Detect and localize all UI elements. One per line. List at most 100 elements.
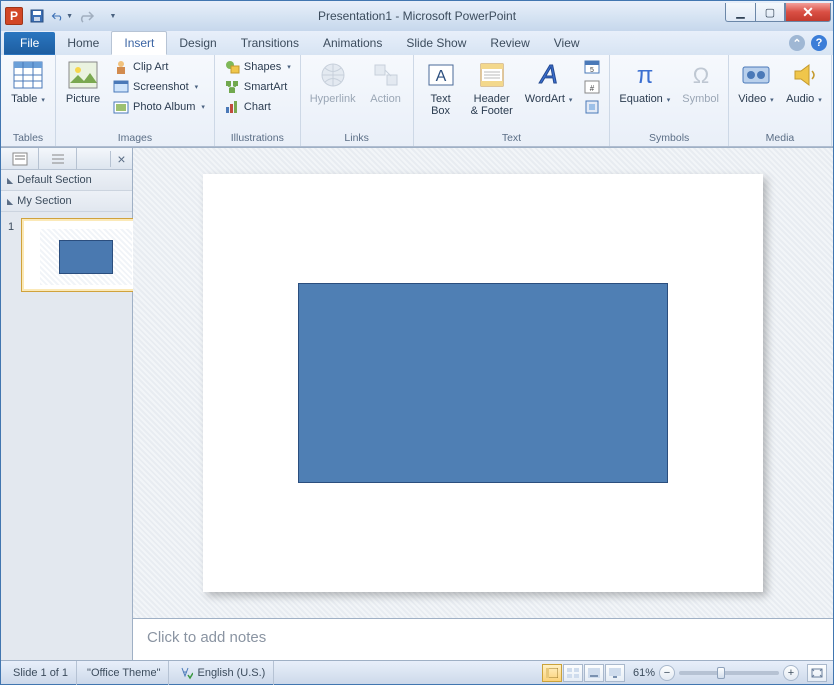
maximize-button[interactable]: ▢ [755,3,785,22]
tab-design[interactable]: Design [167,32,228,55]
action-button[interactable]: Action [364,57,408,107]
slidenumber-icon: # [584,79,600,95]
zoom-out-button[interactable]: − [659,665,675,681]
hyperlink-icon [317,59,349,91]
qat-save-icon[interactable] [26,5,48,27]
group-media-label: Media [734,130,826,146]
group-illustrations-label: Illustrations [220,130,295,146]
spellcheck-icon [179,666,193,680]
status-bar: Slide 1 of 1 "Office Theme" English (U.S… [1,660,833,684]
status-slide-info: Slide 1 of 1 [5,661,77,685]
svg-text:5: 5 [590,67,594,74]
status-language[interactable]: English (U.S.) [171,661,274,685]
symbol-button[interactable]: Ω Symbol [678,57,723,107]
svg-text:A: A [435,68,446,85]
svg-text:A: A [538,61,557,89]
action-icon [370,59,402,91]
qat-undo-icon[interactable]: ▼ [51,5,73,27]
audio-button[interactable]: Audio ▾ [782,57,826,109]
equation-icon: π [629,59,661,91]
view-sorter-button[interactable] [563,664,583,682]
view-normal-button[interactable] [542,664,562,682]
group-symbols-label: Symbols [615,130,723,146]
chart-icon [224,99,240,115]
symbol-icon: Ω [685,59,717,91]
header-footer-button[interactable]: Header & Footer [467,57,517,119]
tab-home[interactable]: Home [55,32,111,55]
slide-thumbnail-1[interactable]: 1 [21,218,139,292]
window-title: Presentation1 - Microsoft PowerPoint [1,9,833,23]
svg-text:Ω: Ω [692,63,708,88]
notes-pane[interactable]: Click to add notes [133,618,833,660]
table-button[interactable]: Table ▾ [6,57,50,109]
zoom-level[interactable]: 61% [633,667,655,679]
section-my[interactable]: ◣My Section [1,191,132,212]
zoom-in-button[interactable]: + [783,665,799,681]
photoalbum-icon [113,99,129,115]
photoalbum-button[interactable]: Photo Album▾ [109,97,209,117]
view-slideshow-button[interactable] [605,664,625,682]
tab-insert[interactable]: Insert [111,31,167,55]
view-reading-button[interactable] [584,664,604,682]
hyperlink-button[interactable]: Hyperlink [306,57,360,107]
datetime-icon: 5 [584,59,600,75]
header-footer-icon [476,59,508,91]
textbox-button[interactable]: A Text Box [419,57,463,119]
ribbon-minimize-icon[interactable]: ⌃ [789,35,805,51]
wordart-button[interactable]: A WordArt ▾ [521,57,577,109]
ribbon: Table ▾ Tables Picture Clip Art Screensh… [1,55,833,147]
group-text-label: Text [419,130,605,146]
ribbon-tabs: File Home Insert Design Transitions Anim… [1,31,833,55]
svg-text:#: # [590,84,595,93]
tab-slideshow[interactable]: Slide Show [394,32,478,55]
slide-canvas[interactable] [203,174,763,592]
shapes-icon [224,59,240,75]
object-icon [584,99,600,115]
fit-to-window-button[interactable] [807,664,827,682]
tab-animations[interactable]: Animations [311,32,394,55]
titlebar: P ▼ ▼ Presentation1 - Microsoft PowerPoi… [1,1,833,31]
audio-icon [788,59,820,91]
screenshot-icon [113,79,129,95]
section-default[interactable]: ◣Default Section [1,170,132,191]
datetime-button[interactable]: 5 [580,57,604,77]
smartart-icon [224,79,240,95]
chart-button[interactable]: Chart [220,97,295,117]
tab-file[interactable]: File [4,32,55,55]
clipart-icon [113,59,129,75]
screenshot-button[interactable]: Screenshot▾ [109,77,209,97]
qat-redo-icon[interactable] [76,5,98,27]
textbox-icon: A [425,59,457,91]
panel-tab-outline[interactable] [39,148,77,170]
zoom-slider[interactable] [679,671,779,675]
tab-review[interactable]: Review [478,32,541,55]
video-button[interactable]: Video ▾ [734,57,778,109]
clipart-button[interactable]: Clip Art [109,57,209,77]
app-icon: P [5,7,23,25]
slide-panel: × ◣Default Section ◣My Section 1 [1,148,133,660]
video-icon [740,59,772,91]
slide-edit-area[interactable] [133,148,833,618]
panel-tab-slides[interactable] [1,148,39,170]
table-icon [12,59,44,91]
close-button[interactable]: ✕ [785,3,831,22]
smartart-button[interactable]: SmartArt [220,77,295,97]
picture-icon [67,59,99,91]
qat-customize-icon[interactable]: ▼ [101,5,123,27]
group-tables-label: Tables [6,130,50,146]
status-theme: "Office Theme" [79,661,169,685]
object-button[interactable] [580,97,604,117]
tab-transitions[interactable]: Transitions [229,32,311,55]
svg-text:π: π [637,62,654,89]
equation-button[interactable]: π Equation ▾ [615,57,674,109]
group-images-label: Images [61,130,209,146]
slidenumber-button[interactable]: # [580,77,604,97]
slide-number-label: 1 [8,221,14,233]
rectangle-shape[interactable] [298,283,668,483]
picture-button[interactable]: Picture [61,57,105,107]
help-icon[interactable]: ? [811,35,827,51]
panel-close-button[interactable]: × [110,151,132,167]
shapes-button[interactable]: Shapes▾ [220,57,295,77]
tab-view[interactable]: View [542,32,592,55]
minimize-button[interactable]: ▁ [725,3,755,22]
